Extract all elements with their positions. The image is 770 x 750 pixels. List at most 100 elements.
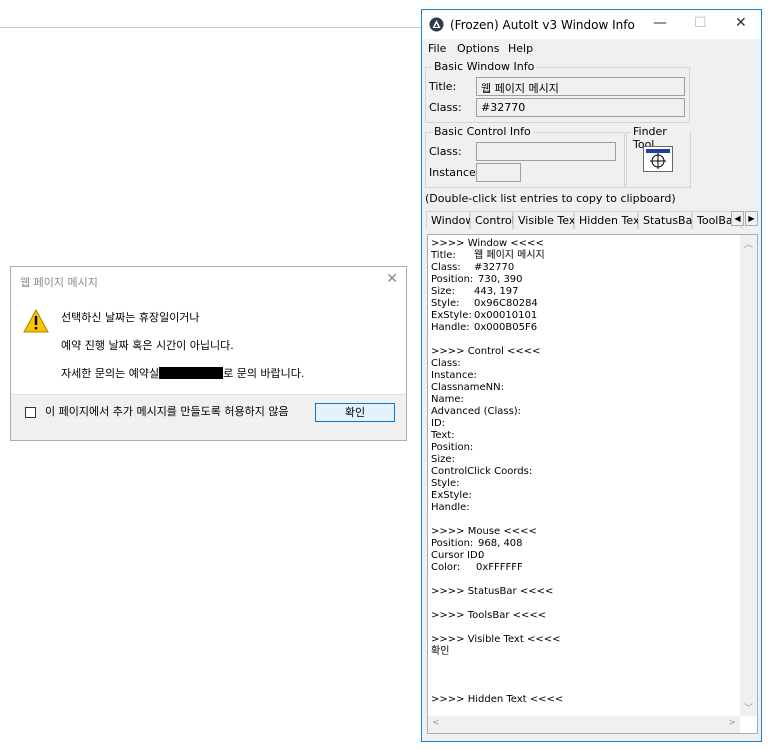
control-class-field[interactable] [476,142,616,161]
list-item-value: 730, 390 [478,274,523,285]
warning-icon [23,309,49,333]
list-item[interactable] [431,622,563,634]
list-item[interactable] [431,574,563,586]
list-item[interactable]: Position: [431,442,563,454]
ok-button[interactable]: 확인 [315,403,395,422]
list-item[interactable]: Style: 0x96C80284 [431,298,563,310]
scroll-left-icon[interactable]: < [432,718,440,728]
list-item-key: Position: [431,442,474,453]
list-item[interactable]: Text: [431,430,563,442]
tab-strip: Window Control Visible Text Hidden Text … [426,211,760,230]
list-item[interactable]: ID: [431,418,563,430]
basic-control-info-group: Basic Control Info Class: Instance: [425,125,625,188]
scroll-down-icon[interactable]: ﹀ [744,701,753,714]
tab-visible-text[interactable]: Visible Text [513,211,580,229]
list-item[interactable] [431,658,563,670]
list-item-key: >>>> Mouse <<<< [431,526,537,537]
tab-statusbar[interactable]: StatusBar [638,211,697,229]
message-line-3-suffix: 로 문의 바랍니다. [223,367,305,380]
tab-hidden-text[interactable]: Hidden Text [574,211,644,229]
minimize-icon[interactable]: — [653,15,667,31]
tab-control[interactable]: Control [470,211,515,229]
list-item[interactable] [431,682,563,694]
list-item[interactable] [431,670,563,682]
tab-left-arrow-icon[interactable]: ◀ [731,211,744,226]
list-item[interactable] [431,514,563,526]
list-item-value: 0 [478,550,485,561]
list-item[interactable]: ControlClick Coords: [431,466,563,478]
list-item[interactable]: >>>> Window <<<< [431,238,563,250]
list-item[interactable]: ClassnameNN: [431,382,563,394]
suppress-messages-label[interactable]: 이 페이지에서 추가 메시지를 만들도록 허용하지 않음 [45,404,305,419]
tab-scroll-arrows: ◀ ▶ [731,211,758,226]
crosshair-icon [646,149,670,169]
finder-tool[interactable] [643,146,673,172]
list-item[interactable]: Name: [431,394,563,406]
list-item[interactable]: ExStyle: [431,490,563,502]
list-item[interactable]: >>>> Control <<<< [431,346,563,358]
redacted-block [159,367,224,379]
list-item[interactable]: Cursor ID:0 [431,550,563,562]
list-item-key: Style: [431,298,460,309]
list-item[interactable]: Style: [431,478,563,490]
list-item[interactable]: >>>> Hidden Text <<<< [431,694,563,706]
list-item[interactable]: ExStyle: 0x00010101 [431,310,563,322]
list-item-key: >>>> Window <<<< [431,238,544,249]
instance-field[interactable] [476,163,521,182]
list-item[interactable]: >>>> Mouse <<<< [431,526,563,538]
list-item-key: Handle: [431,322,470,333]
close-icon[interactable]: ✕ [735,15,747,31]
list-item[interactable]: Advanced (Class): [431,406,563,418]
list-item-key: Text: [431,430,455,441]
message-line-3: 자세한 문의는 예약실 로 문의 바랍니다. [61,365,304,381]
list-item[interactable]: Position: 968, 408 [431,538,563,550]
list-item-key: Advanced (Class): [431,406,522,417]
suppress-messages-checkbox[interactable] [25,407,36,418]
list-item-key: 확인 [431,646,450,657]
list-item-value: #32770 [474,262,515,273]
list-item[interactable]: >>>> ToolsBar <<<< [431,610,563,622]
tab-window[interactable]: Window [426,211,474,229]
close-icon[interactable]: ✕ [386,270,398,288]
list-item-key: >>>> Control <<<< [431,346,541,357]
list-item-key: ExStyle: [431,490,472,501]
finder-tool-group: Finder Tool [626,125,691,188]
vertical-scrollbar[interactable]: ︿ ﹀ [740,235,757,716]
basic-window-info-group: Basic Window Info Title: 웹 페이지 메시지 Class… [425,60,690,123]
list-item[interactable]: 확인 [431,646,563,658]
list-item[interactable]: Size: [431,454,563,466]
list-item[interactable]: Color: 0xFFFFFF [431,562,563,574]
list-item[interactable]: Size: 443, 197 [431,286,563,298]
list-item[interactable]: Position: 730, 390 [431,274,563,286]
list-item[interactable] [431,334,563,346]
info-list-text: >>>> Window <<<< Title: 웹 페이지 메시지 Class: #32… [431,238,563,706]
list-item[interactable]: Handle: [431,502,563,514]
list-item[interactable]: Handle: 0x000B05F6 [431,322,563,334]
scroll-right-icon[interactable]: > [728,718,736,728]
window-title-field[interactable]: 웹 페이지 메시지 [476,77,685,96]
menu-help[interactable]: Help [508,42,533,55]
group-label: Basic Control Info [432,125,533,138]
dialog-footer: 이 페이지에서 추가 메시지를 만들도록 허용하지 않음 확인 [11,394,406,440]
copy-hint: (Double-click list entries to copy to cl… [425,192,676,205]
list-item[interactable]: Title: 웹 페이지 메시지 [431,250,563,262]
list-item[interactable]: Class: #32770 [431,262,563,274]
info-list[interactable]: >>>> Window <<<< Title: 웹 페이지 메시지 Class: #32… [427,234,758,734]
dialog-title: 웹 페이지 메시지 [20,276,98,289]
list-item-key: Class: [431,262,461,273]
list-item[interactable] [431,598,563,610]
list-item[interactable]: >>>> StatusBar <<<< [431,586,563,598]
list-item[interactable]: Class: [431,358,563,370]
scroll-up-icon[interactable]: ︿ [744,237,753,250]
menu-options[interactable]: Options [457,42,499,55]
list-item[interactable]: >>>> Visible Text <<<< [431,634,563,646]
menu-file[interactable]: File [428,42,446,55]
list-item-key: Name: [431,394,464,405]
maximize-icon[interactable]: ☐ [694,15,707,31]
horizontal-scrollbar[interactable]: < > [428,716,740,733]
list-item[interactable]: Instance: [431,370,563,382]
window-title: (Frozen) AutoIt v3 Window Info [450,18,635,32]
list-item-key: ClassnameNN: [431,382,504,393]
tab-right-arrow-icon[interactable]: ▶ [745,211,758,226]
window-class-field[interactable]: #32770 [476,98,685,117]
